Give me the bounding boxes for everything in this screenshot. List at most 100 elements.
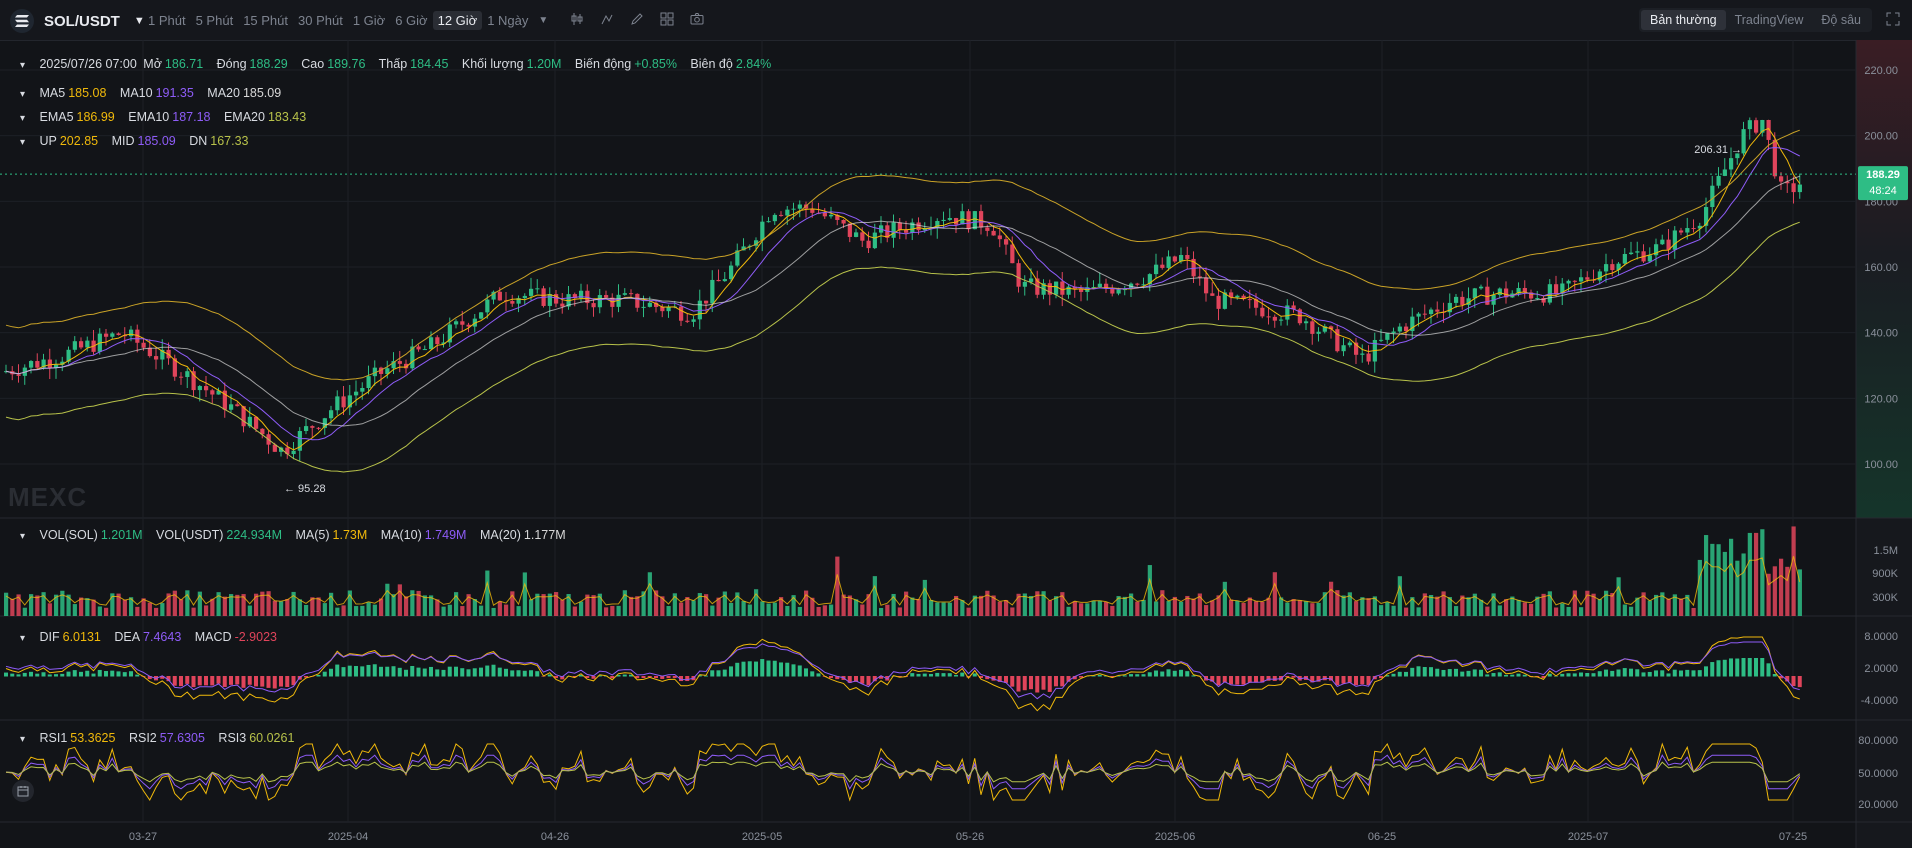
macd-bar (1172, 670, 1177, 677)
collapse-chevron-icon[interactable]: ▾ (20, 734, 30, 745)
macd-bar (1272, 676, 1277, 681)
tf-1h[interactable]: 1 Giờ (348, 11, 390, 30)
volume-bar (1154, 601, 1159, 616)
ma5-line (5, 127, 1801, 451)
tf-12h[interactable]: 12 Giờ (432, 11, 483, 30)
rsi-tick: 20.0000 (1858, 799, 1898, 811)
volume-bar (435, 599, 440, 616)
tf-15m[interactable]: 15 Phút (238, 11, 293, 30)
rsi2-label: RSI2 (128, 731, 157, 745)
volume-bar (1616, 577, 1621, 616)
candle-body (1772, 139, 1777, 177)
tf-1m[interactable]: 1 Phút (143, 11, 191, 30)
layout-grid-icon[interactable] (658, 10, 676, 28)
macd-bar (179, 676, 183, 687)
volume-bar (122, 599, 127, 616)
macd-bar (960, 672, 965, 677)
macd-bar (385, 666, 390, 677)
ma10-line (5, 146, 1800, 441)
rsi-tick: 50.0000 (1858, 768, 1898, 780)
volume-bar (979, 595, 984, 616)
volume-bar (629, 596, 634, 616)
volume-bar (91, 599, 96, 616)
time-label: 2025-04 (328, 831, 368, 843)
candle-body (1385, 333, 1390, 340)
symbol-selector[interactable]: SOL/USDT ▼ (10, 9, 145, 33)
tf-30m[interactable]: 30 Phút (293, 11, 348, 30)
volume-tick: 900K (1872, 568, 1898, 580)
candle-body (197, 386, 202, 391)
macd-bar (410, 666, 415, 677)
volume-bar (929, 599, 934, 616)
collapse-chevron-icon[interactable]: ▾ (20, 633, 30, 644)
candle-body (397, 361, 402, 364)
macd-bar (1247, 676, 1252, 683)
candle-body (597, 295, 602, 308)
fullscreen-icon[interactable] (1886, 12, 1902, 28)
candle-body (1429, 309, 1434, 315)
mode-tradingview[interactable]: TradingView (1726, 10, 1813, 30)
macd-bar (247, 676, 252, 685)
macd-bar (1510, 674, 1515, 677)
volume-bar (860, 604, 865, 616)
volume-bar (1285, 602, 1290, 616)
collapse-chevron-icon[interactable]: ▾ (20, 89, 30, 100)
calendar-icon[interactable] (12, 780, 34, 802)
time-label: 04-26 (541, 831, 569, 843)
volume-bar (504, 604, 509, 616)
macd-bar (397, 667, 402, 677)
macd-bar (416, 667, 421, 677)
volume-bar (1179, 601, 1184, 616)
volume-bar (879, 607, 884, 616)
macd-bar (1791, 676, 1796, 687)
vol-ma10-label: MA(10) (380, 528, 422, 542)
macd-bar (122, 672, 127, 677)
indicators-icon[interactable] (598, 10, 616, 28)
volume-bar (1091, 600, 1096, 616)
volume-bar (1104, 602, 1109, 616)
candle-body (710, 279, 715, 304)
volume-bar (1722, 551, 1727, 616)
volume-bar (1391, 605, 1396, 616)
collapse-chevron-icon[interactable]: ▾ (20, 113, 30, 124)
macd-bar (447, 666, 452, 677)
dea-label: DEA (114, 630, 141, 644)
candle-body (985, 227, 990, 231)
mode-standard[interactable]: Bản thường (1640, 10, 1726, 30)
chart-canvas[interactable]: 03-27 2025-04 04-26 2025-05 05-26 2025-06 06-2… (0, 40, 1912, 848)
candle-body (1310, 321, 1315, 334)
macd-bar (260, 676, 265, 687)
macd-bar (1629, 668, 1633, 677)
macd-bar (479, 667, 483, 677)
collapse-chevron-icon[interactable]: ▾ (20, 60, 30, 71)
macd-bar (1141, 674, 1146, 677)
mode-depth[interactable]: Độ sâu (1812, 10, 1870, 30)
pencil-icon[interactable] (628, 10, 646, 28)
dea-line (5, 641, 1800, 700)
macd-bar (1235, 676, 1240, 685)
candle-type-icon[interactable] (568, 10, 586, 28)
macd-bar (1654, 670, 1658, 677)
camera-icon[interactable] (688, 10, 706, 28)
macd-bar (1585, 673, 1590, 677)
candle-body (1622, 254, 1627, 264)
tf-5m[interactable]: 5 Phút (191, 11, 239, 30)
macd-bar (4, 672, 8, 677)
candle-body (1585, 277, 1590, 280)
macd-bar (641, 676, 646, 679)
tf-1d[interactable]: 1 Ngày (482, 11, 533, 30)
price-axis-gradient (1856, 40, 1912, 518)
candle-body (1304, 321, 1309, 324)
macd-bar (204, 676, 208, 686)
macd-bar (535, 671, 540, 677)
tf-6h[interactable]: 6 Giờ (390, 11, 432, 30)
candle-body (1266, 316, 1271, 318)
more-timeframes-chevron-icon[interactable]: ▼ (533, 11, 553, 30)
vol-sol-label: VOL(SOL) (39, 528, 98, 542)
collapse-chevron-icon[interactable]: ▾ (20, 531, 30, 542)
macd-bar (922, 673, 927, 677)
volume-bar (635, 596, 640, 616)
collapse-chevron-icon[interactable]: ▾ (20, 137, 30, 148)
candle-body (1391, 331, 1396, 334)
volume-bar (1066, 606, 1071, 616)
